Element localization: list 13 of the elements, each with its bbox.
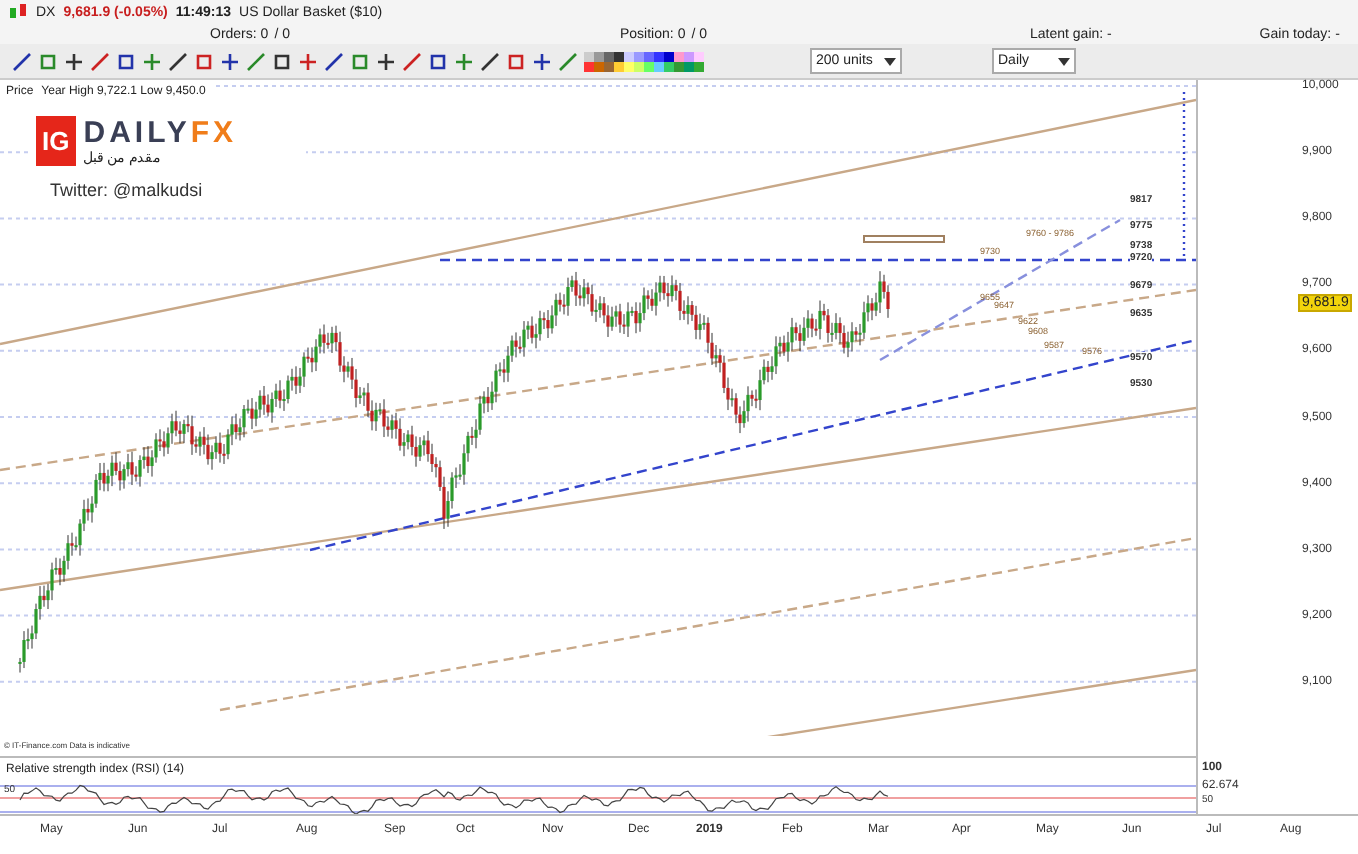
color-palette-icon[interactable] [584, 51, 704, 71]
order-zone [863, 235, 945, 243]
logo-badge: IG [36, 115, 76, 165]
drawing-tool-icon[interactable] [532, 51, 552, 71]
caret-icon [884, 57, 896, 65]
logo-wordmark: DAILYFX [83, 115, 238, 149]
caret-icon [1058, 57, 1070, 65]
twitter-handle: Twitter: @malkudsi [50, 180, 203, 200]
candlestick-icon[interactable] [8, 2, 28, 22]
drawing-tool-icon[interactable] [298, 51, 318, 71]
drawing-tool-icon[interactable] [376, 51, 396, 71]
drawing-tool-icon[interactable] [220, 51, 240, 71]
drawing-tool-icon[interactable] [64, 51, 84, 71]
